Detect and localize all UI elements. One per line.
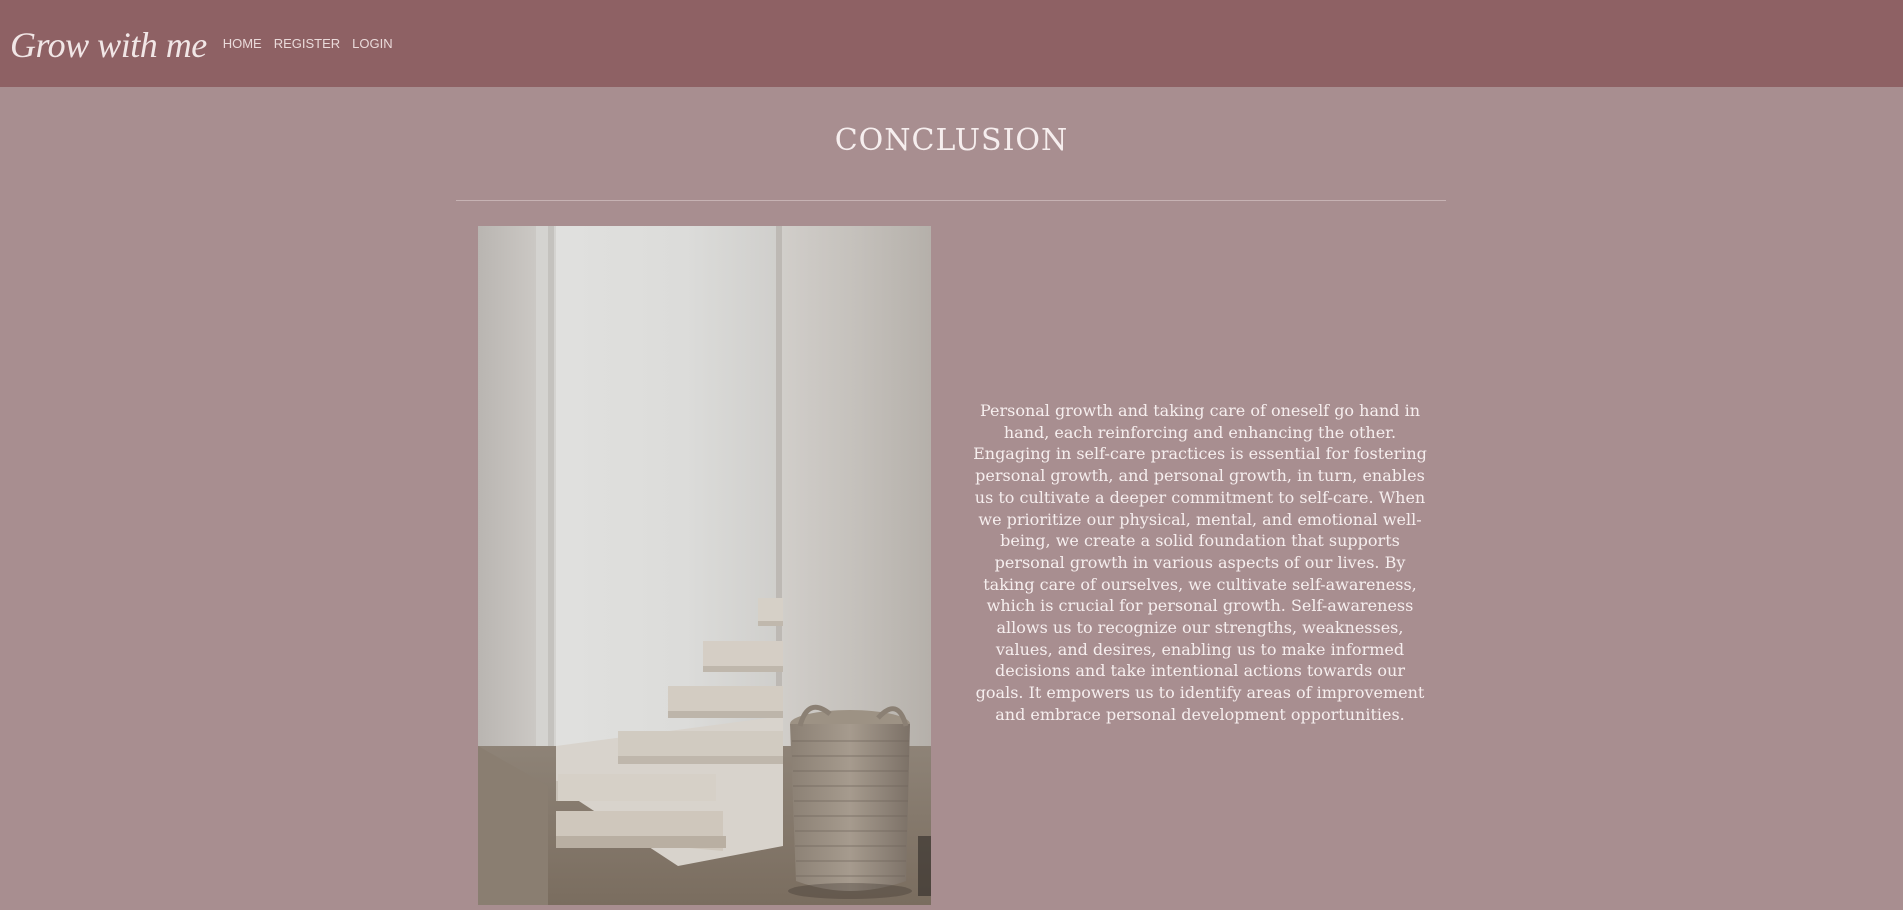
staircase-basket-image: [478, 226, 931, 905]
nav-links: HOME REGISTER LOGIN: [223, 33, 393, 52]
brand-logo[interactable]: Grow with me: [10, 24, 207, 66]
nav-item-home: HOME: [223, 33, 262, 52]
nav-link-home[interactable]: HOME: [223, 36, 262, 51]
navbar: Grow with me HOME REGISTER LOGIN: [0, 0, 1903, 87]
title-divider: [456, 200, 1446, 201]
nav-link-register[interactable]: REGISTER: [274, 36, 340, 51]
page-title: CONCLUSION: [834, 123, 1069, 158]
nav-link-login[interactable]: LOGIN: [352, 36, 392, 51]
nav-item-register: REGISTER: [274, 33, 340, 52]
conclusion-paragraph: Personal growth and taking care of onese…: [973, 401, 1427, 724]
nav-item-login: LOGIN: [352, 33, 392, 52]
